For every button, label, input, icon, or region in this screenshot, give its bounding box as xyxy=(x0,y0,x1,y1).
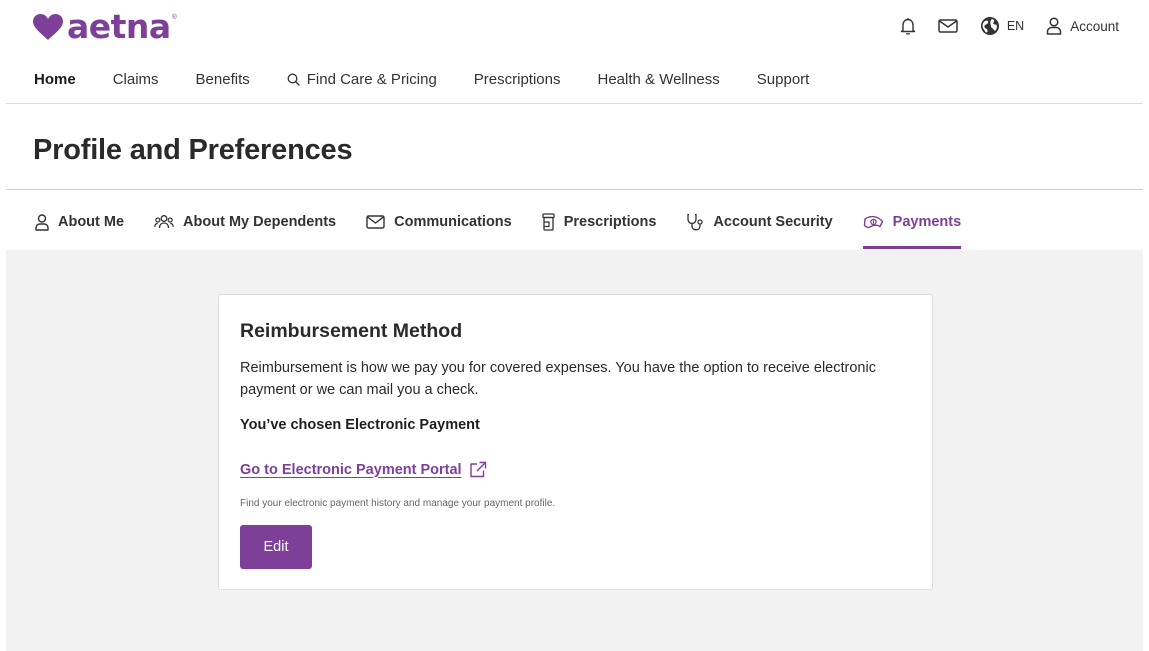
nav-find-care-label: Find Care & Pricing xyxy=(306,70,437,88)
chosen-method-text: You’ve chosen Electronic Payment xyxy=(240,417,480,433)
person-icon xyxy=(35,213,49,231)
tab-about-me-label: About Me xyxy=(58,214,125,230)
search-icon xyxy=(287,73,300,86)
tab-communications-label: Communications xyxy=(394,214,512,230)
language-selector[interactable]: EN xyxy=(980,16,1024,36)
nav-find-care[interactable]: Find Care & Pricing xyxy=(287,71,437,88)
portal-helper-text: Find your electronic payment history and… xyxy=(240,498,556,509)
tab-prescriptions[interactable]: Prescriptions xyxy=(542,208,657,236)
utility-nav: EN Account xyxy=(900,14,1119,38)
person-icon xyxy=(1046,17,1062,35)
nav-divider xyxy=(6,103,1143,104)
external-link-icon xyxy=(469,461,486,478)
electronic-payment-portal-link[interactable]: Go to Electronic Payment Portal xyxy=(240,461,487,478)
stethoscope-icon xyxy=(687,213,704,231)
logo-wordmark: aetna xyxy=(67,7,171,46)
nav-home[interactable]: Home xyxy=(34,71,76,88)
card-description: Reimbursement is how we pay you for cove… xyxy=(240,360,876,398)
tab-payments[interactable]: Payments xyxy=(862,208,962,249)
bell-icon xyxy=(900,18,916,35)
nav-health-wellness[interactable]: Health & Wellness xyxy=(598,71,720,88)
portal-link-label: Go to Electronic Payment Portal xyxy=(240,461,462,478)
reimbursement-card: Reimbursement Method Reimbursement is ho… xyxy=(218,294,933,590)
edit-button[interactable]: Edit xyxy=(240,525,312,569)
card-title: Reimbursement Method xyxy=(240,320,463,342)
main-nav: Home Claims Benefits Find Care & Pricing… xyxy=(34,68,846,90)
tab-prescriptions-label: Prescriptions xyxy=(563,214,657,230)
nav-support[interactable]: Support xyxy=(757,71,810,88)
registered-mark: ® xyxy=(171,14,177,21)
nav-claims[interactable]: Claims xyxy=(113,71,159,88)
notifications-button[interactable] xyxy=(900,17,916,35)
pill-bottle-icon xyxy=(542,213,555,231)
mail-icon xyxy=(938,19,958,33)
account-menu[interactable]: Account xyxy=(1046,17,1119,35)
account-label: Account xyxy=(1070,18,1119,34)
heart-logo-icon xyxy=(33,14,63,40)
globe-icon xyxy=(980,17,999,35)
aetna-logo[interactable]: aetna ® xyxy=(32,10,177,44)
profile-tabs: About Me About My Dependents Communicati… xyxy=(35,208,991,249)
title-divider xyxy=(6,189,1143,190)
tab-communications[interactable]: Communications xyxy=(366,208,512,236)
group-icon xyxy=(154,215,174,229)
tab-about-me[interactable]: About Me xyxy=(35,208,124,236)
page-title: Profile and Preferences xyxy=(33,134,353,166)
mail-icon xyxy=(366,215,385,229)
language-label: EN xyxy=(1006,19,1025,33)
tab-payments-label: Payments xyxy=(892,214,962,230)
tab-about-my-dependents[interactable]: About My Dependents xyxy=(154,208,336,236)
tab-about-my-dependents-label: About My Dependents xyxy=(183,214,337,230)
tab-account-security-label: Account Security xyxy=(713,214,833,230)
money-icon xyxy=(863,215,883,228)
messages-button[interactable] xyxy=(938,19,958,33)
tab-account-security[interactable]: Account Security xyxy=(686,208,833,236)
nav-benefits[interactable]: Benefits xyxy=(196,71,250,88)
nav-prescriptions[interactable]: Prescriptions xyxy=(474,71,561,88)
